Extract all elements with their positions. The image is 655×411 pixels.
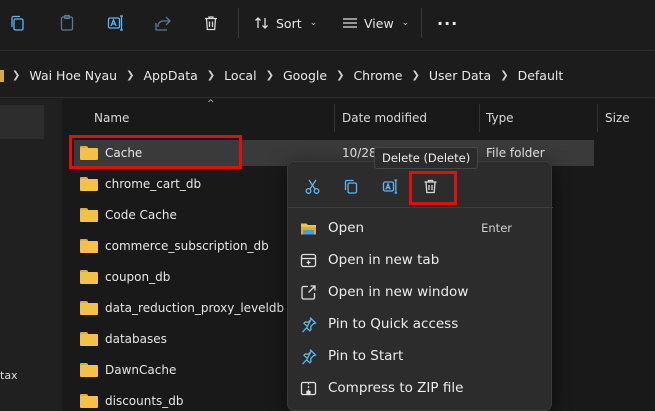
menu-item-label: Pin to Start [328, 348, 404, 364]
menu-item-compress-zip[interactable]: Compress to ZIP file [300, 373, 540, 403]
chevron-right-icon: ❯ [411, 70, 420, 81]
file-name: databases [105, 332, 167, 346]
toolbar-divider [421, 8, 422, 38]
file-name: DawnCache [105, 363, 177, 377]
column-divider[interactable] [479, 104, 480, 132]
context-menu: Open Enter Open in new tab Open in new w… [287, 161, 553, 411]
sort-label: Sort [276, 15, 302, 31]
view-icon [343, 18, 357, 28]
sort-ascending-icon: ^ [207, 99, 215, 109]
sort-button[interactable]: Sort ⌄ [254, 9, 317, 37]
chevron-right-icon: ❯ [12, 70, 21, 81]
menu-item-open[interactable]: Open Enter [300, 213, 540, 243]
menu-item-label: Open in new tab [328, 252, 440, 268]
nav-item-label[interactable]: tax [0, 369, 18, 382]
menu-item-pin-quick-access[interactable]: Pin to Quick access [300, 309, 540, 339]
file-name: chrome_cart_db [105, 177, 202, 191]
navigation-pane: tax [0, 99, 62, 411]
column-header-type[interactable]: Type [486, 111, 514, 125]
rename-icon[interactable] [377, 174, 403, 198]
table-row[interactable]: coupon_db [74, 264, 170, 290]
delete-icon[interactable] [196, 9, 226, 37]
column-header-size[interactable]: Size [605, 111, 630, 125]
chevron-down-icon: ⌄ [309, 18, 318, 28]
menu-item-pin-start[interactable]: Pin to Start [300, 341, 540, 371]
file-name: coupon_db [105, 270, 171, 284]
breadcrumb-item[interactable]: Google [283, 68, 327, 83]
column-divider[interactable] [597, 104, 598, 132]
toolbar-divider [238, 8, 239, 38]
rename-icon[interactable] [101, 9, 131, 37]
menu-item-label: Pin to Quick access [328, 316, 459, 332]
folder-icon [80, 270, 98, 284]
folder-icon [80, 208, 98, 222]
table-row[interactable]: commerce_subscription_db [74, 233, 269, 259]
folder-icon [80, 177, 98, 191]
view-label: View [364, 15, 394, 31]
menu-item-open-new-window[interactable]: Open in new window [300, 277, 540, 307]
open-in-new-window-icon [301, 284, 316, 300]
folder-icon [80, 332, 98, 346]
chevron-right-icon: ❯ [126, 70, 135, 81]
chevron-right-icon: ❯ [206, 70, 216, 81]
chevron-down-icon: ⌄ [401, 18, 410, 28]
file-name: commerce_subscription_db [105, 239, 269, 253]
menu-item-label: Open [328, 220, 365, 236]
breadcrumb-item[interactable]: User Data [429, 68, 491, 83]
share-icon[interactable] [148, 9, 178, 37]
cut-icon[interactable] [299, 174, 325, 198]
column-header-name[interactable]: Name [94, 111, 129, 125]
copy-icon[interactable] [2, 9, 32, 37]
menu-item-open-new-tab[interactable]: Open in new tab [300, 245, 540, 275]
nav-item-selected[interactable] [0, 105, 44, 139]
sort-icon [255, 17, 268, 29]
paste-icon[interactable] [52, 9, 82, 37]
table-row[interactable]: DawnCache [74, 357, 176, 383]
menu-item-label: Open in new window [328, 284, 469, 300]
table-row[interactable]: discounts_db [74, 388, 184, 411]
file-type: File folder [486, 146, 545, 160]
new-tab-icon [300, 253, 317, 267]
breadcrumb-item[interactable]: Wai Hoe Nyau [29, 68, 117, 83]
table-row[interactable]: chrome_cart_db [74, 171, 201, 197]
folder-icon [80, 239, 98, 253]
file-name: Code Cache [105, 208, 177, 222]
table-row[interactable]: databases [74, 326, 167, 352]
menu-item-label: Compress to ZIP file [328, 380, 464, 396]
breadcrumb-item[interactable]: Default [518, 68, 564, 83]
folder-icon [80, 394, 98, 408]
delete-highlight-box [409, 171, 457, 205]
table-row[interactable]: Code Cache [74, 202, 177, 228]
column-header-date[interactable]: Date modified [342, 111, 427, 125]
table-row[interactable]: data_reduction_proxy_leveldb [74, 295, 284, 321]
view-button[interactable]: View ⌄ [342, 9, 409, 37]
folder-open-icon [301, 223, 316, 234]
file-name: discounts_db [105, 394, 184, 408]
breadcrumb: ❯ Wai Hoe Nyau ❯ AppData ❯ Local ❯ Googl… [0, 68, 563, 83]
chevron-right-icon: ❯ [336, 70, 345, 81]
command-bar: Sort ⌄ View ⌄ ··· [0, 0, 655, 48]
column-divider[interactable] [334, 104, 335, 132]
breadcrumb-item[interactable]: Chrome [353, 68, 402, 83]
folder-icon [80, 301, 98, 315]
see-more-button[interactable]: ··· [437, 9, 458, 37]
folder-icon [80, 363, 98, 377]
pin-icon [302, 348, 317, 364]
copy-icon[interactable] [337, 174, 363, 198]
breadcrumb-item[interactable]: AppData [144, 68, 198, 83]
menu-item-shortcut: Enter [481, 221, 512, 235]
pin-icon [302, 316, 317, 332]
zip-archive-icon [300, 381, 317, 395]
address-bar[interactable]: ❯ Wai Hoe Nyau ❯ AppData ❯ Local ❯ Googl… [0, 50, 655, 98]
delete-tooltip: Delete (Delete) [374, 147, 479, 169]
chevron-right-icon: ❯ [265, 70, 274, 81]
chevron-right-icon: ❯ [500, 70, 509, 81]
cache-highlight-box [69, 135, 242, 169]
breadcrumb-item[interactable]: Local [224, 68, 256, 83]
file-name: data_reduction_proxy_leveldb [105, 301, 285, 315]
